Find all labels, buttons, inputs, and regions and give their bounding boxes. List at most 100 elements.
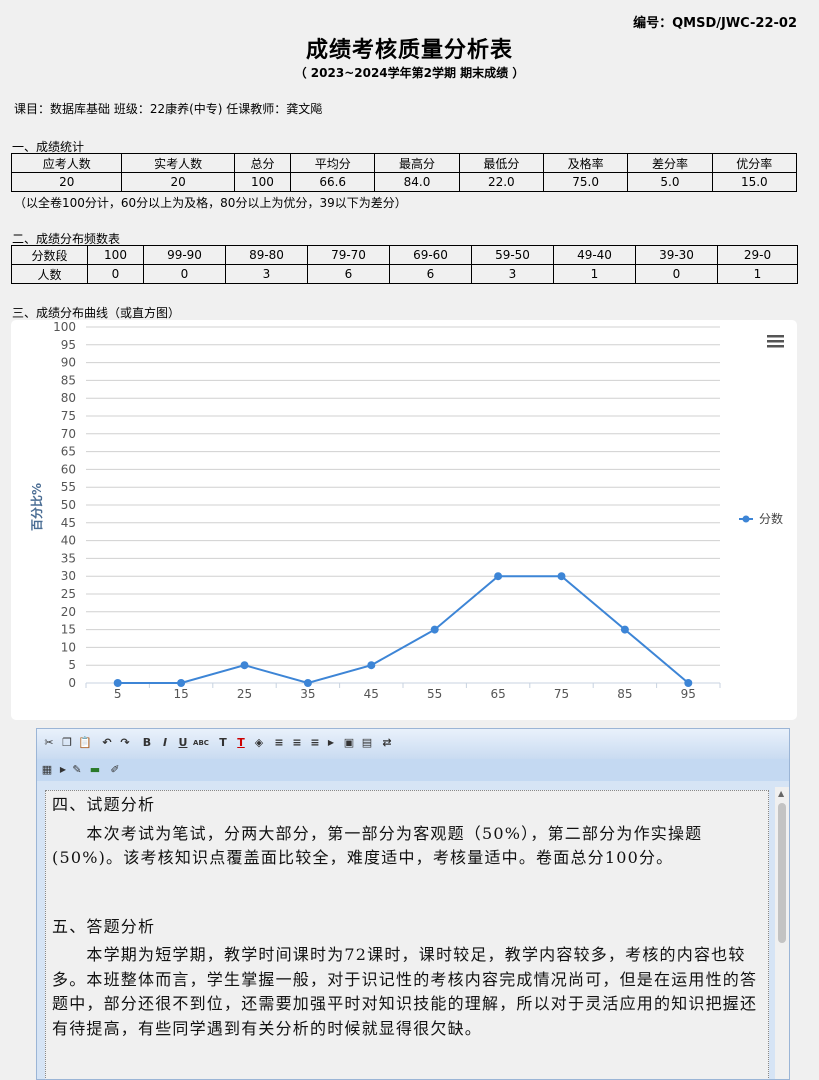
x-tick-label: 45 — [364, 687, 379, 701]
stats-note: （以全卷100分计，60分以上为及格，80分以上为优分，39以下为差分） — [14, 196, 407, 210]
stats-table: 应考人数 实考人数 总分 平均分 最高分 最低分 及格率 差分率 优分率 20 … — [10, 153, 798, 192]
y-tick-label: 25 — [61, 587, 76, 601]
italic-icon[interactable]: I — [157, 735, 173, 751]
editor-content[interactable]: 四、试题分析 本次考试为笔试，分两大部分，第一部分为客观题（50%），第二部分为… — [45, 790, 769, 1079]
image-icon[interactable]: ▬ — [87, 762, 103, 778]
distribution-range-cell: 79-70 — [307, 245, 390, 265]
distribution-count-cell: 6 — [307, 264, 390, 284]
distribution-range-cell: 99-90 — [143, 245, 226, 265]
x-tick-label: 15 — [173, 687, 188, 701]
data-point — [113, 679, 122, 687]
page-title: 成绩考核质量分析表 — [305, 38, 513, 63]
analysis-heading-4: 四、试题分析 — [52, 795, 156, 814]
x-tick-label: 55 — [427, 687, 442, 701]
distribution-count-cell: 1 — [717, 264, 798, 284]
stats-header-cell: 差分率 — [627, 153, 713, 173]
more-arrow-icon[interactable]: ▶ — [323, 735, 339, 751]
y-tick-label: 45 — [61, 516, 76, 530]
underline-icon[interactable]: U — [175, 735, 191, 751]
distribution-range-cell: 39-30 — [635, 245, 718, 265]
score-distribution-chart: 0 5 10 15 20 25 30 35 40 45 50 55 60 65 70 75 80 85 90 95 10… — [11, 320, 797, 720]
course-info: 课目：数据库基础 班级：22康养(中专) 任课教师：龚文飚 — [14, 102, 323, 116]
distribution-count-row: 人数 0 0 3 6 6 3 1 0 1 — [11, 264, 798, 284]
y-tick-label: 95 — [61, 338, 76, 352]
y-tick-label: 55 — [61, 480, 76, 494]
stats-header-cell: 及格率 — [542, 153, 629, 173]
paste-icon[interactable]: 📋 — [77, 735, 93, 751]
stats-header-cell: 优分率 — [711, 153, 798, 173]
data-point — [367, 661, 376, 670]
distribution-range-cell: 59-50 — [471, 245, 554, 265]
y-tick-label: 80 — [61, 391, 76, 405]
stats-value-row: 20 20 100 66.6 84.0 22.0 75.0 5.0 15.0 — [10, 172, 798, 192]
align-center-icon[interactable]: ≡ — [289, 735, 305, 751]
stats-header-cell: 平均分 — [290, 153, 376, 173]
section-curve-title: 三、成绩分布曲线（或直方图） — [12, 306, 181, 320]
stats-value-cell: 100 — [233, 172, 292, 192]
strikethrough-icon[interactable]: ABC — [193, 735, 209, 751]
x-tick-label: 35 — [300, 687, 315, 701]
data-point — [494, 572, 503, 581]
legend-marker-icon — [742, 515, 750, 523]
document-number: 编号：QMSD/JWC-22-02 — [633, 16, 797, 31]
editor-scrollbar[interactable]: ▲ — [775, 787, 789, 1079]
align-right-icon[interactable]: ≡ — [307, 735, 323, 751]
y-tick-label: 15 — [61, 623, 76, 637]
y-tick-label: 20 — [61, 605, 76, 619]
analysis-heading-5: 五、答题分析 — [52, 916, 156, 936]
format-icon[interactable]: ⇄ — [379, 735, 395, 751]
distribution-count-cell: 0 — [635, 264, 718, 284]
legend-label: 分数 — [759, 511, 783, 526]
bold-icon[interactable]: B — [139, 735, 155, 751]
stats-value-cell: 22.0 — [458, 172, 544, 192]
align-left-icon[interactable]: ≡ — [271, 735, 287, 751]
stats-header-cell: 实考人数 — [121, 153, 235, 173]
chart-svg: 0 5 10 15 20 25 30 35 40 45 50 55 60 65 70 75 80 85 90 95 10… — [29, 320, 784, 701]
distribution-count-cell: 1 — [553, 264, 636, 284]
insert-image-icon[interactable]: ▣ — [341, 735, 357, 751]
cut-icon[interactable]: ✂ — [41, 735, 57, 751]
insert-table-cells-icon[interactable]: ▤ — [359, 735, 375, 751]
scrollbar-thumb[interactable] — [778, 803, 786, 943]
distribution-count-cell: 0 — [87, 264, 144, 284]
stats-header-cell: 最低分 — [458, 153, 544, 173]
edit-icon[interactable]: ✐ — [107, 762, 123, 778]
page-subtitle: （ 2023~2024学年第2学期 期末成绩 ） — [294, 66, 525, 80]
y-tick-label: 90 — [61, 356, 76, 370]
distribution-range-cell: 29-0 — [717, 245, 798, 265]
analysis-paragraph-4: 本次考试为笔试，分两大部分，第一部分为客观题（50%），第二部分为作实操题(50… — [52, 823, 703, 868]
y-tick-label: 0 — [68, 676, 76, 690]
stats-value-cell: 20 — [121, 172, 235, 192]
stats-header-cell: 总分 — [233, 153, 292, 173]
redo-icon[interactable]: ↷ — [117, 735, 133, 751]
distribution-row-label: 人数 — [11, 264, 88, 284]
scroll-up-icon[interactable]: ▲ — [778, 789, 784, 798]
hamburger-icon[interactable] — [767, 335, 784, 348]
undo-icon[interactable]: ↶ — [99, 735, 115, 751]
stats-header-cell: 应考人数 — [10, 153, 123, 173]
y-tick-label: 70 — [61, 427, 76, 441]
distribution-range-cell: 89-80 — [225, 245, 308, 265]
distribution-count-cell: 6 — [389, 264, 472, 284]
y-tick-label: 100 — [53, 320, 76, 334]
stats-value-cell: 75.0 — [542, 172, 629, 192]
data-point — [620, 625, 629, 634]
stats-value-cell: 66.6 — [290, 172, 376, 192]
data-point — [557, 572, 566, 581]
copy-icon[interactable]: ❐ — [59, 735, 75, 751]
distribution-range-cell: 49-40 — [553, 245, 636, 265]
x-tick-label: 5 — [114, 687, 122, 701]
text-color-icon[interactable]: T — [233, 735, 249, 751]
stats-header-row: 应考人数 实考人数 总分 平均分 最高分 最低分 及格率 差分率 优分率 — [10, 153, 798, 173]
legend[interactable]: 分数 — [739, 511, 783, 526]
distribution-table: 分数段 100 99-90 89-80 79-70 69-60 59-50 49… — [11, 245, 798, 284]
text-style-icon[interactable]: T — [215, 735, 231, 751]
y-tick-label: 75 — [61, 409, 76, 423]
distribution-count-cell: 0 — [143, 264, 226, 284]
background-color-icon[interactable]: ◈ — [251, 735, 267, 751]
stats-value-cell: 5.0 — [627, 172, 713, 192]
data-point — [303, 679, 312, 687]
y-tick-label: 30 — [61, 569, 76, 583]
pencil-icon[interactable]: ✎ — [69, 762, 85, 778]
table-icon[interactable]: ▦ — [39, 762, 55, 778]
